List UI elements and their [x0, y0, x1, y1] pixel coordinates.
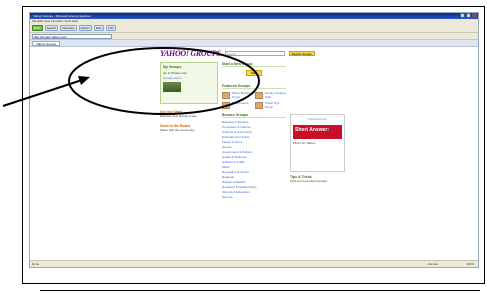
featured-item[interactable]: Family Cooking Club [265, 91, 286, 99]
tips-section: Tips & Tricks Find out more about groups [290, 175, 345, 183]
zoom-level[interactable]: 100% [466, 261, 474, 267]
featured-thumbnail[interactable] [222, 92, 230, 99]
toolbar: Back Search Favorites History Mail Print [30, 24, 478, 33]
featured-item[interactable]: Book Lovers [232, 101, 253, 109]
browser-window: Yahoo! Groups - Microsoft Internet Explo… [29, 12, 479, 268]
side-block-stars: See the Stars Discover new groups to joi… [160, 110, 218, 118]
start-group-button[interactable]: Start [246, 70, 262, 76]
my-groups-thumbnail[interactable] [163, 82, 181, 92]
side-block-board: Send to the Board Share with the communi… [160, 124, 218, 132]
toolbar-button-history[interactable]: History [78, 25, 92, 31]
ad-headline[interactable]: Short Answer: [293, 125, 342, 139]
my-groups-text: Go to Photos.com [163, 71, 188, 75]
featured-row: Photo Sharing Group Family Cooking Club [222, 91, 286, 99]
middle-column: Start a New Group Start Featured Groups … [222, 62, 286, 200]
tips-text[interactable]: Find out more about groups [290, 179, 345, 183]
side-block-text: Share with the community [160, 128, 195, 132]
featured-groups-title: Featured Groups [222, 84, 286, 89]
toolbar-button-mail[interactable]: Mail [93, 25, 104, 31]
ad-label: Advertisement [307, 117, 328, 121]
my-groups-box: My Groups Go to Photos.com Groups Home [160, 62, 218, 104]
tab-bar: Yahoo! Groups [30, 40, 478, 47]
left-column: My Groups Go to Photos.com Groups Home S… [160, 62, 218, 132]
tab-yahoo-groups[interactable]: Yahoo! Groups [32, 40, 60, 46]
browse-list: Business & Finance Computers & Internet Cu… [222, 120, 286, 200]
side-block-text: Discover new groups to join [160, 114, 197, 118]
start-group-title: Start a New Group [222, 62, 286, 67]
my-groups-title: My Groups [163, 65, 182, 69]
minimize-button[interactable] [460, 13, 465, 18]
browse-groups-title: Browse Groups [222, 113, 286, 118]
window-title: Yahoo! Groups - Microsoft Internet Explo… [33, 14, 91, 18]
featured-thumbnail[interactable] [255, 102, 263, 109]
page-content: YAHOO! GROUPS Search Search Groups My Gr… [30, 48, 478, 260]
yahoo-logo[interactable]: YAHOO! GROUPS [160, 49, 221, 58]
featured-row: Book Lovers Travel Tips Group [222, 101, 286, 109]
toolbar-button-search[interactable]: Search [44, 25, 59, 31]
right-column: Advertisement Short Answer: Find it on Y… [290, 62, 345, 183]
featured-item[interactable]: Photo Sharing Group [232, 91, 253, 99]
ad-subtext: Find it on Yahoo! [293, 141, 316, 145]
caption-divider [40, 290, 480, 291]
advertisement-box[interactable]: Advertisement Short Answer: Find it on Y… [290, 114, 345, 172]
toolbar-button-print[interactable]: Print [105, 25, 117, 31]
yahoo-header: YAHOO! GROUPS Search Search Groups [160, 48, 345, 58]
my-groups-link[interactable]: Groups Home [163, 76, 215, 80]
address-input[interactable]: http://groups.yahoo.com/ [32, 33, 112, 39]
status-text: Done [32, 262, 40, 266]
close-button[interactable] [472, 13, 477, 18]
screenshot-frame: Yahoo! Groups - Microsoft Internet Explo… [22, 6, 485, 284]
yahoo-groups-page: YAHOO! GROUPS Search Search Groups My Gr… [160, 48, 345, 262]
featured-thumbnail[interactable] [255, 92, 263, 99]
browse-category-link[interactable]: Science [222, 195, 286, 200]
address-bar: http://groups.yahoo.com/ [30, 33, 478, 40]
status-bar: Done Internet 100% [30, 260, 478, 267]
featured-item[interactable]: Travel Tips Group [265, 101, 286, 109]
toolbar-button-favorites[interactable]: Favorites [60, 25, 77, 31]
group-search-input[interactable]: Search [224, 50, 285, 56]
security-zone: Internet [427, 262, 438, 266]
maximize-button[interactable] [466, 13, 471, 18]
back-button[interactable]: Back [32, 25, 43, 31]
search-groups-button[interactable]: Search Groups [288, 50, 315, 56]
featured-thumbnail[interactable] [222, 102, 230, 109]
